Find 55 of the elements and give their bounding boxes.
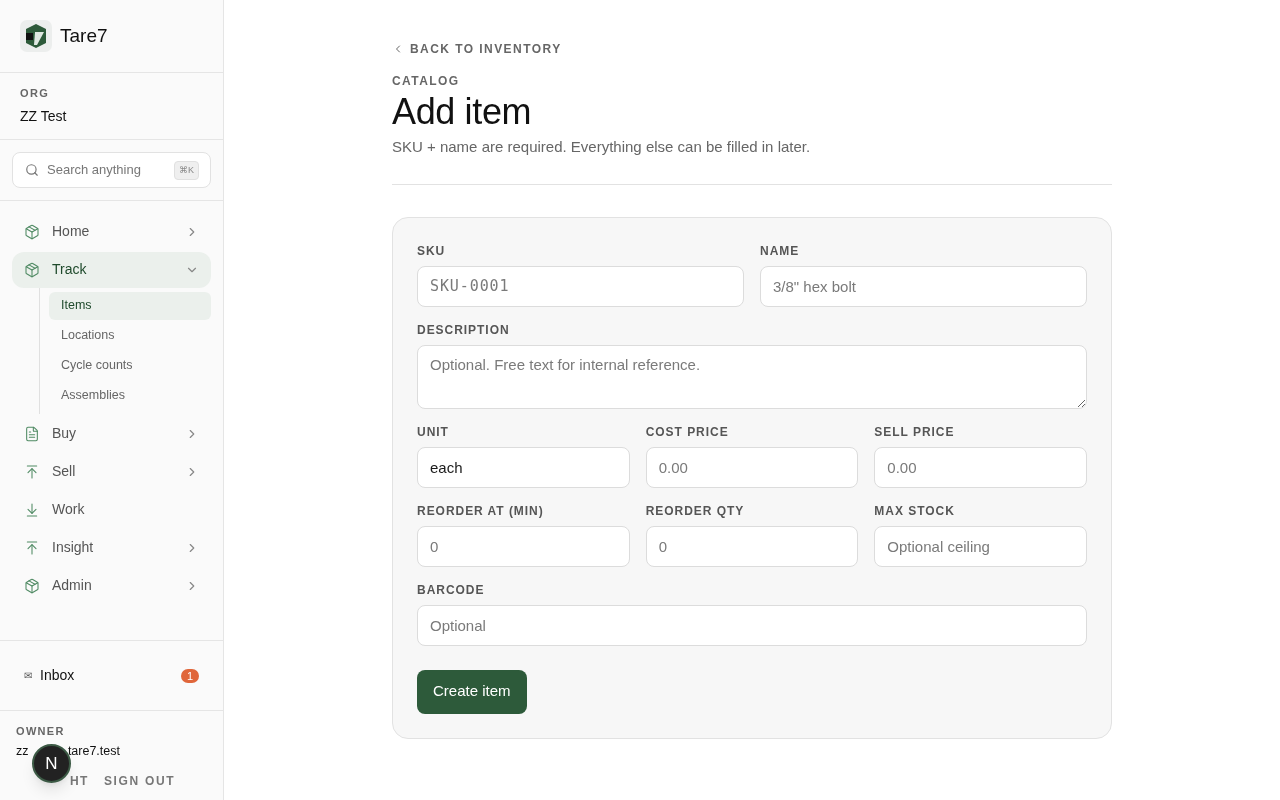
input-field[interactable]: 0 (417, 525, 630, 567)
input-field[interactable]: 0.00 (874, 446, 1087, 488)
subnav-item[interactable]: Cycle counts (49, 351, 211, 380)
nav-item[interactable]: Admin (12, 567, 211, 604)
input-field[interactable]: 0.00 (645, 446, 859, 488)
subnav-item[interactable]: Assemblies (49, 381, 211, 410)
field-label: COST PRICE (645, 423, 730, 441)
email-text: zz (16, 742, 29, 760)
field-label: SKU (417, 242, 447, 260)
input-field[interactable]: 0 (645, 525, 859, 567)
description-field[interactable]: Optional. Free text for internal reference. (417, 344, 1087, 409)
download-icon (24, 501, 40, 518)
search-icon (25, 162, 39, 177)
field-label: REORDER QTY (645, 502, 746, 520)
document-icon (24, 425, 40, 442)
field-label: BARCODE (417, 581, 486, 599)
mail-icon: ✉ (24, 668, 32, 683)
inbox-link[interactable]: Inbox (40, 665, 173, 686)
field-label: SELL PRICE (874, 423, 956, 441)
create-item-button[interactable]: Create item (417, 669, 527, 714)
box-icon (24, 223, 40, 240)
field-label: UNIT (417, 423, 450, 441)
org-name: ZZ Test (20, 106, 68, 126)
org-label: ORG (20, 86, 51, 101)
box-icon (24, 577, 40, 594)
theme-toggle[interactable]: HT (70, 772, 89, 791)
nav-item[interactable]: Work (12, 491, 211, 528)
input-field[interactable]: 3/8" hex bolt (760, 265, 1087, 307)
nav-item[interactable]: Insight (12, 529, 211, 566)
role-label: OWNER (16, 724, 66, 739)
upload-icon (24, 463, 40, 480)
nav-item[interactable]: Sell (12, 453, 211, 490)
upload-icon (24, 539, 40, 556)
field-label: REORDER AT (MIN) (417, 502, 545, 520)
field-label: DESCRIPTION (417, 321, 511, 339)
box-icon (24, 261, 40, 278)
field-label: NAME (760, 242, 801, 260)
input-field[interactable]: SKU-0001 (417, 265, 744, 307)
nav-item[interactable]: Buy (12, 415, 211, 452)
nav-item[interactable]: Track (12, 251, 211, 288)
page-subtitle: SKU + name are required. Everything else can be filled in later. (392, 137, 812, 157)
page-title: Add item (392, 90, 533, 134)
subnav-item[interactable]: Items (49, 291, 211, 320)
unread-count: 1 (180, 668, 199, 683)
brand-name: Tare7 (60, 23, 108, 48)
input-field[interactable]: each (417, 446, 630, 488)
subnav-item[interactable]: Locations (49, 321, 211, 350)
nav-item[interactable]: Home (12, 213, 211, 250)
input-field[interactable]: Optional ceiling (874, 525, 1087, 567)
input-field[interactable]: Optional (417, 604, 1087, 646)
field-label: MAX STOCK (874, 502, 956, 520)
back-link[interactable]: BACK TO INVENTORY (392, 40, 1112, 58)
sign-out-link[interactable]: SIGN OUT (103, 772, 176, 791)
eyebrow-label: CATALOG (392, 73, 461, 90)
logo-icon (20, 20, 52, 52)
